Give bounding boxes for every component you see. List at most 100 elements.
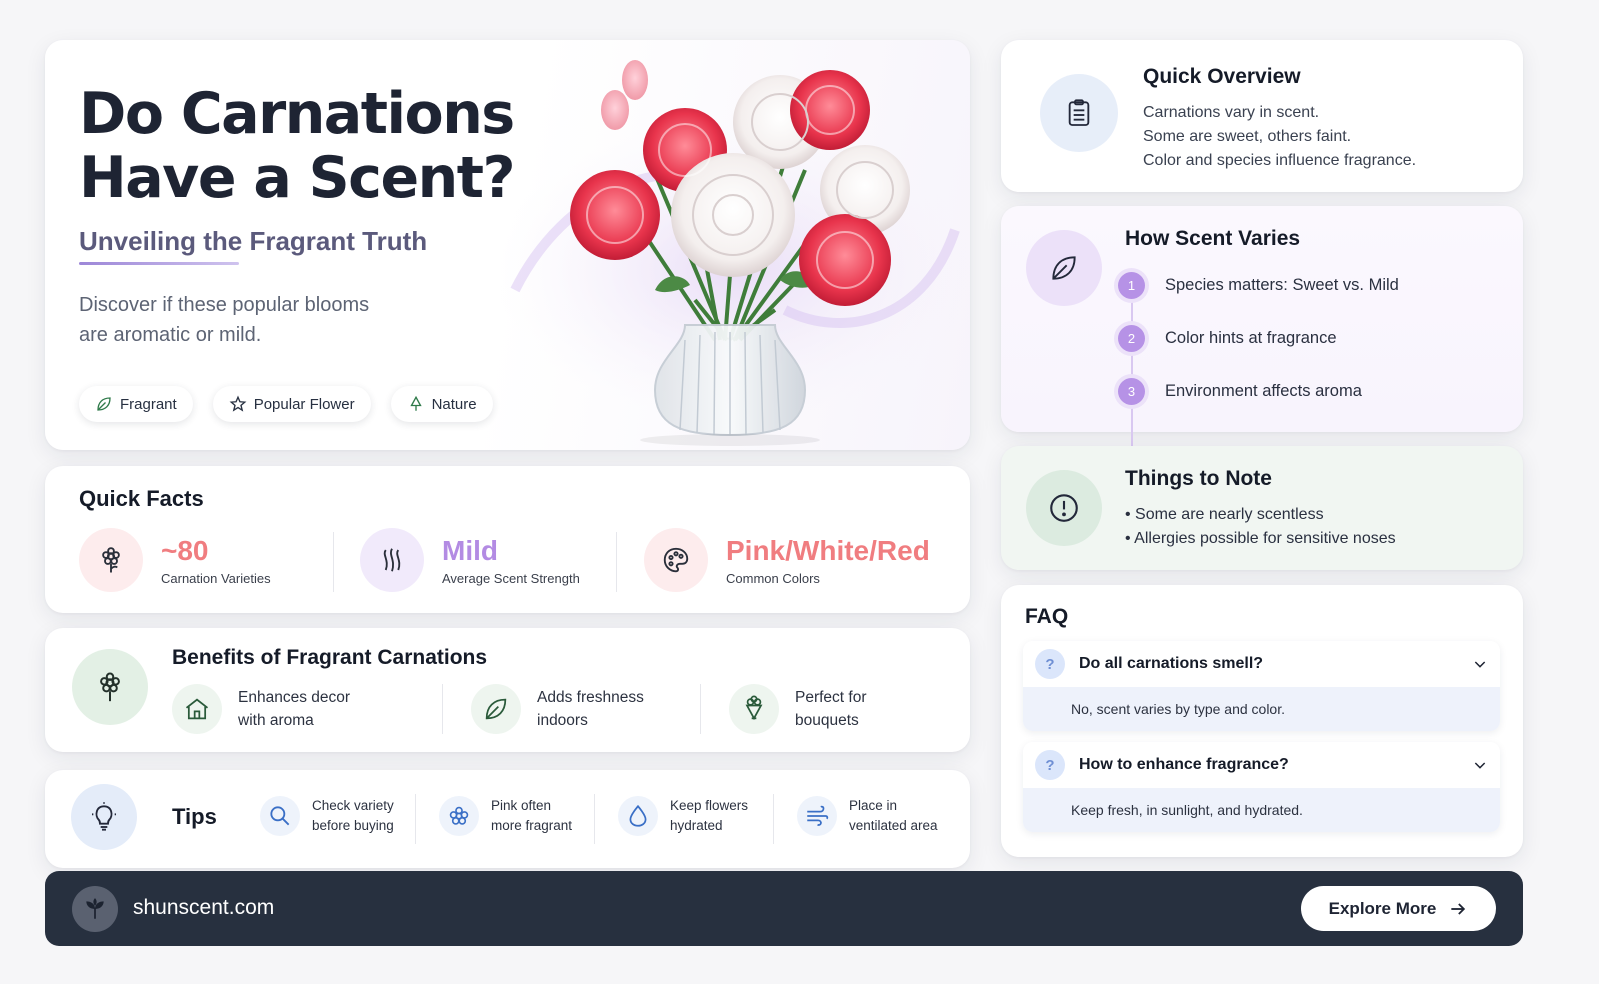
tips-badge (71, 784, 137, 850)
fact-colors: Pink/White/Red Common Colors (644, 528, 930, 592)
hero-description: Discover if these popular blooms are aro… (79, 290, 409, 350)
star-icon (229, 395, 247, 412)
benefit-icon-bg (471, 684, 521, 734)
explore-more-button[interactable]: Explore More (1301, 886, 1496, 931)
page-title: Do Carnations Have a Scent? (79, 82, 549, 210)
arrow-right-icon (1451, 902, 1466, 915)
faq-title: FAQ (1025, 605, 1069, 628)
wind-icon (807, 805, 829, 826)
divider (415, 794, 416, 844)
varies-title: How Scent Varies (1125, 227, 1301, 250)
divider (594, 794, 595, 844)
faq-question-toggle[interactable]: ? Do all carnations smell? (1023, 641, 1500, 687)
faq-item: ? How to enhance fragrance? Keep fresh, … (1023, 742, 1500, 832)
fact-icon-bg (79, 528, 143, 592)
tips-card: Tips Check variety before buying Pink of… (45, 770, 970, 868)
tip-line: more fragrant (491, 818, 573, 833)
benefit-icon-bg (729, 684, 779, 734)
varies-badge (1026, 230, 1102, 306)
flower-icon (100, 672, 120, 702)
note-bullet: • Some are nearly scentless (1125, 506, 1324, 523)
tip-icon-bg (260, 796, 300, 836)
benefit-line: Adds freshness (537, 689, 644, 706)
tag-label: Fragrant (120, 395, 177, 413)
tip-item: Check variety before buying (260, 796, 422, 836)
benefit-item: Perfect for bouquets (729, 684, 935, 734)
step-3: 3 Environment affects aroma (1118, 378, 1362, 405)
step-text: Environment affects aroma (1165, 382, 1362, 400)
step-number: 3 (1118, 378, 1145, 405)
tip-line: Pink often (491, 798, 552, 813)
faq-question: How to enhance fragrance? (1079, 756, 1289, 773)
divider (442, 684, 443, 734)
fact-label: Carnation Varieties (161, 570, 271, 586)
step-number: 1 (1118, 272, 1145, 299)
overview-line: Some are sweet, others faint. (1143, 128, 1352, 145)
tag-popular-flower[interactable]: Popular Flower (212, 386, 371, 422)
tag-fragrant[interactable]: Fragrant (79, 386, 193, 422)
step-text: Color hints at fragrance (1165, 329, 1337, 347)
search-icon (270, 806, 290, 826)
title-line-1: Do Carnations (79, 81, 515, 147)
question-icon: ? (1035, 750, 1065, 780)
house-icon (185, 698, 209, 720)
tip-icon-bg (618, 796, 658, 836)
tip-line: before buying (312, 818, 394, 833)
quick-facts-card: Quick Facts ~80 Carnation Varieties Mild… (45, 466, 970, 613)
carnation-bouquet-image (495, 60, 970, 446)
fact-varieties: ~80 Carnation Varieties (79, 528, 271, 592)
leaf-icon (1052, 256, 1076, 280)
chevron-down-icon (1474, 661, 1486, 668)
divider (700, 684, 701, 734)
question-icon: ? (1035, 649, 1065, 679)
overview-line: Carnations vary in scent. (1143, 104, 1320, 121)
tag-list: Fragrant Popular Flower Nature (79, 386, 493, 422)
tip-text: Place in ventilated area (849, 796, 959, 836)
benefit-item: Adds freshness indoors (471, 684, 677, 734)
divider (773, 794, 774, 844)
step-1: 1 Species matters: Sweet vs. Mild (1118, 272, 1399, 299)
benefit-text: Perfect for bouquets (795, 686, 935, 732)
fact-value: Mild (442, 534, 498, 566)
faq-question: Do all carnations smell? (1079, 655, 1264, 672)
title-line-2: Have a Scent? (79, 145, 516, 211)
note-bullet: • Allergies possible for sensitive noses (1125, 530, 1396, 547)
tips-title: Tips (172, 804, 217, 829)
site-link[interactable]: shunscent.com (133, 896, 274, 920)
chevron-down-icon (1474, 762, 1486, 769)
clipboard-icon (1068, 99, 1090, 126)
tip-text: Check variety before buying (312, 796, 422, 836)
flower-icon (449, 806, 469, 825)
water-drop-icon (629, 804, 647, 827)
bouquet-icon (745, 695, 763, 721)
fact-icon-bg (360, 528, 424, 592)
benefits-title: Benefits of Fragrant Carnations (172, 646, 488, 669)
faq-question-toggle[interactable]: ? How to enhance fragrance? (1023, 742, 1500, 788)
benefit-text: Enhances decor with aroma (238, 686, 378, 732)
leaf-icon (97, 397, 111, 411)
note-badge (1026, 470, 1102, 546)
faq-answer: Keep fresh, in sunlight, and hydrated. (1023, 788, 1500, 832)
how-scent-varies-card: How Scent Varies 1 Species matters: Swee… (1001, 206, 1523, 466)
benefit-item: Enhances decor with aroma (172, 684, 378, 734)
hero-subtitle: Unveiling the Fragrant Truth (79, 226, 428, 256)
quick-overview-card: Quick Overview Carnations vary in scent.… (1001, 40, 1523, 192)
benefit-icon-bg (172, 684, 222, 734)
fact-label: Common Colors (726, 570, 820, 586)
faq-answer: No, scent varies by type and color. (1023, 687, 1500, 731)
hero-card: Do Carnations Have a Scent? Unveiling th… (45, 40, 970, 450)
tag-nature[interactable]: Nature (390, 386, 493, 422)
palette-icon (663, 547, 689, 573)
overview-title: Quick Overview (1143, 65, 1301, 88)
leaf-icon (485, 698, 507, 720)
benefit-line: Perfect for (795, 689, 867, 706)
footer-bar: shunscent.com Explore More (45, 871, 1523, 946)
tip-icon-bg (797, 796, 837, 836)
subtitle-underline (79, 262, 239, 265)
step-2: 2 Color hints at fragrance (1118, 325, 1337, 352)
tip-item: Keep flowers hydrated (618, 796, 780, 836)
fact-value: ~80 (161, 534, 209, 566)
tip-icon-bg (439, 796, 479, 836)
benefit-line: indoors (537, 712, 588, 729)
tag-label: Popular Flower (253, 395, 355, 413)
